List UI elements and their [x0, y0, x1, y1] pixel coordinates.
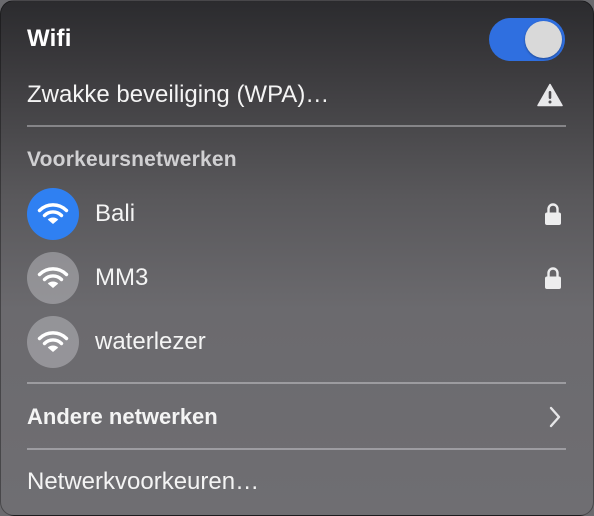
- lock-icon: [543, 201, 563, 227]
- wifi-icon: [27, 316, 79, 368]
- current-network-row[interactable]: Zwakke beveiliging (WPA)…: [1, 73, 593, 117]
- network-preferences-row[interactable]: Netwerkvoorkeuren…: [1, 461, 593, 503]
- network-item-bali[interactable]: Bali: [1, 187, 593, 241]
- other-networks-label: Andere netwerken: [27, 404, 218, 429]
- wifi-toggle[interactable]: [489, 18, 565, 61]
- network-name: Bali: [95, 200, 136, 227]
- preferred-section-header: Voorkeursnetwerken: [1, 143, 593, 177]
- network-name: MM3: [95, 264, 149, 291]
- other-networks-row[interactable]: Andere netwerken: [1, 396, 593, 438]
- network-name: waterlezer: [95, 328, 206, 355]
- toggle-knob: [525, 21, 562, 58]
- preferred-section-title: Voorkeursnetwerken: [27, 148, 237, 171]
- wifi-icon: [27, 188, 79, 240]
- network-preferences-label: Netwerkvoorkeuren…: [27, 468, 260, 495]
- lock-icon: [543, 265, 563, 291]
- network-item-mm3[interactable]: MM3: [1, 251, 593, 305]
- divider-bottom: [27, 448, 566, 450]
- chevron-right-icon[interactable]: [547, 405, 563, 429]
- network-item-waterlezer[interactable]: waterlezer: [1, 315, 593, 369]
- wifi-title: Wifi: [27, 25, 72, 52]
- security-warning-label: Zwakke beveiliging (WPA)…: [27, 81, 330, 108]
- wifi-menu-panel: Wifi Zwakke beveiliging (WPA)… Voorkeurs…: [0, 0, 594, 516]
- warning-icon: [537, 82, 563, 108]
- wifi-icon: [27, 252, 79, 304]
- divider-top: [27, 125, 566, 127]
- divider-middle: [27, 382, 566, 384]
